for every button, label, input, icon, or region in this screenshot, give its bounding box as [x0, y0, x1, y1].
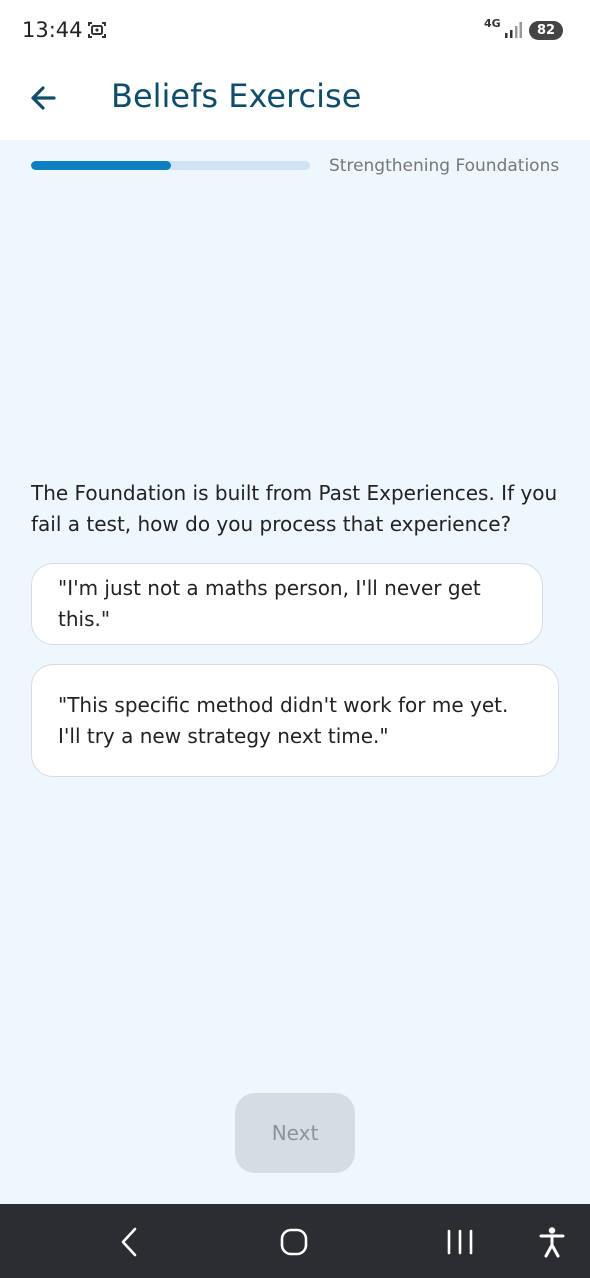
- answer-option-text: "This specific method didn't work for me…: [58, 692, 509, 748]
- recents-icon[interactable]: [446, 1228, 474, 1256]
- progress-fill: [31, 161, 171, 170]
- system-nav-bar: [0, 1204, 590, 1278]
- accessibility-icon[interactable]: [538, 1226, 566, 1258]
- back-chevron-icon[interactable]: [118, 1226, 140, 1258]
- home-icon[interactable]: [280, 1228, 308, 1256]
- status-bar: 13:44 4G 82: [0, 0, 590, 60]
- signal-icon: [505, 22, 522, 38]
- screenshot-icon: [88, 22, 106, 38]
- question-text: The Foundation is built from Past Experi…: [31, 481, 558, 536]
- arrow-left-icon[interactable]: [26, 80, 62, 116]
- app-bar: Beliefs Exercise: [0, 60, 590, 140]
- progress-bar: [31, 161, 310, 170]
- page-title: Beliefs Exercise: [111, 77, 362, 115]
- status-time: 13:44: [22, 18, 83, 42]
- answer-option-fixed-mindset[interactable]: "I'm just not a maths person, I'll never…: [31, 563, 543, 645]
- network-type-label: 4G: [484, 17, 501, 30]
- answer-option-text: "I'm just not a maths person, I'll never…: [58, 576, 481, 631]
- answer-option-growth-mindset[interactable]: "This specific method didn't work for me…: [31, 664, 559, 777]
- next-button[interactable]: Next: [235, 1093, 355, 1173]
- battery-level: 82: [536, 23, 556, 38]
- progress-stage-label: Strengthening Foundations: [329, 156, 560, 176]
- battery-icon: 82: [529, 21, 563, 40]
